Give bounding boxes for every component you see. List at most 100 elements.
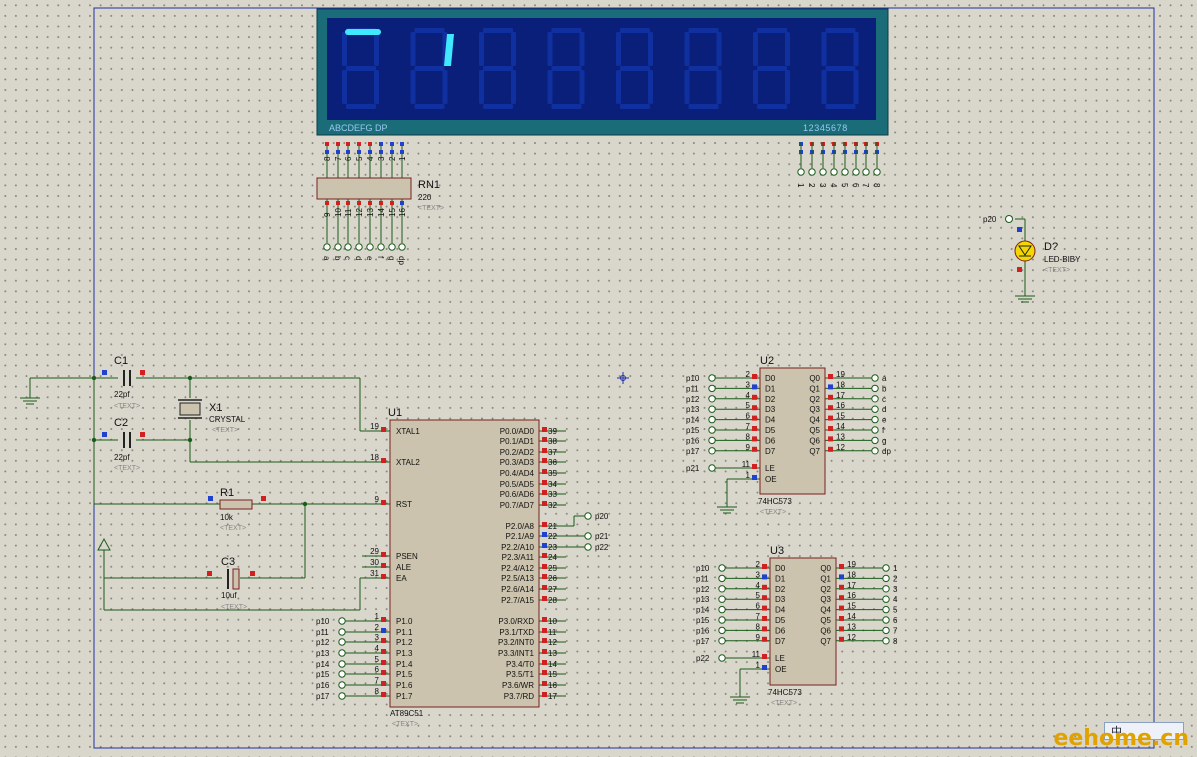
rn1-bottom-pin: 9: [323, 212, 332, 217]
u3-d-name: D2: [775, 585, 786, 594]
u1-net-terminal[interactable]: [338, 638, 346, 646]
c2-capacitor[interactable]: C2 22pf <TEXT>: [102, 417, 145, 472]
u2-q-terminal[interactable]: [871, 384, 879, 393]
net-terminal[interactable]: [873, 168, 881, 176]
u1-pin-number: 10: [548, 617, 557, 626]
u1-net-terminal[interactable]: [338, 670, 346, 678]
rn1-net-terminal[interactable]: [366, 243, 374, 251]
u2-q-terminal[interactable]: [871, 374, 879, 382]
u1-net-terminal[interactable]: [584, 512, 592, 520]
u1-net-terminal[interactable]: [584, 543, 592, 551]
x1-crystal[interactable]: X1 CRYSTAL <TEXT>: [178, 399, 246, 434]
u2-q-terminal[interactable]: [871, 395, 879, 403]
u3-d-terminal[interactable]: [718, 595, 726, 603]
u2-le-pin: 11: [742, 460, 751, 469]
net-terminal[interactable]: [852, 168, 860, 176]
u2-le-name: LE: [765, 464, 775, 473]
u1-net-terminal[interactable]: [338, 660, 346, 668]
rn1-net-terminal[interactable]: [355, 243, 363, 251]
u3-q-terminal[interactable]: [882, 616, 890, 624]
rn1-net-terminal[interactable]: [377, 243, 385, 251]
led-terminal-p20[interactable]: [1005, 215, 1013, 223]
u3-q-terminal[interactable]: [882, 585, 890, 593]
u2-q-name: Q3: [809, 405, 820, 414]
pin-stub: [752, 426, 757, 431]
net-terminal[interactable]: [819, 168, 827, 176]
u3-q-pin: 12: [847, 633, 856, 642]
u2-q-terminal[interactable]: [871, 436, 879, 445]
u1-net-terminal[interactable]: [338, 692, 346, 700]
rn1-top-pin: 5: [355, 156, 364, 161]
u3-d-terminal[interactable]: [718, 637, 726, 645]
u2-q-pin: 18: [836, 380, 845, 389]
u1-net-terminal[interactable]: [584, 532, 592, 540]
u3-q-terminal[interactable]: [882, 637, 890, 645]
rn1-net-terminal[interactable]: [344, 243, 352, 251]
u2-d-terminal[interactable]: [708, 384, 716, 393]
u2-d-terminal[interactable]: [708, 426, 716, 434]
u3-d-terminal[interactable]: [718, 616, 726, 624]
display-segment: [684, 32, 690, 66]
u3-le-terminal[interactable]: [718, 654, 726, 662]
u3-d-terminal[interactable]: [718, 574, 726, 583]
u2-q-terminal[interactable]: [871, 405, 879, 413]
r1-resistor[interactable]: R1 10k <TEXT>: [208, 487, 266, 532]
pin-stub: [542, 574, 547, 579]
u1-pin-number: 6: [375, 665, 380, 674]
net-terminal[interactable]: [808, 168, 816, 176]
u1-pin-number: 24: [548, 553, 557, 562]
u3-d-terminal[interactable]: [718, 626, 726, 635]
net-terminal[interactable]: [797, 168, 805, 176]
x1-text: <TEXT>: [212, 427, 238, 434]
x1-value: CRYSTAL: [209, 415, 246, 424]
c3-capacitor[interactable]: C3 10uf <TEXT>: [207, 556, 255, 611]
u2-d-name: D1: [765, 384, 776, 393]
u2-d-terminal[interactable]: [708, 405, 716, 413]
u3-d-terminal[interactable]: [718, 605, 726, 614]
rn1-net-terminal[interactable]: [398, 243, 406, 251]
u3-q-terminal[interactable]: [882, 574, 890, 583]
rn1-net-label: b: [333, 256, 342, 261]
u2-le-terminal[interactable]: [708, 464, 716, 472]
net-terminal[interactable]: [830, 168, 838, 176]
seven-segment-display[interactable]: ABCDEFG DP 12345678: [316, 8, 889, 136]
u2-d-terminal[interactable]: [708, 415, 716, 424]
u3-q-terminal[interactable]: [882, 626, 890, 635]
pin-stub: [368, 201, 372, 205]
u3-d-terminal[interactable]: [718, 564, 726, 572]
u2-d-terminal[interactable]: [708, 436, 716, 445]
u2-d-terminal[interactable]: [708, 395, 716, 403]
u2-q-name: Q1: [809, 384, 820, 393]
rn1-net-terminal[interactable]: [334, 243, 342, 251]
net-terminal[interactable]: [841, 168, 849, 176]
rn1-net-terminal[interactable]: [323, 243, 331, 251]
u2-d-pin: 4: [746, 391, 751, 400]
u1-net-terminal[interactable]: [338, 617, 346, 625]
u3-q-name: Q2: [820, 585, 831, 594]
u2-q-terminal[interactable]: [871, 426, 879, 434]
led-ground-symbol: [1015, 295, 1035, 303]
c1-capacitor[interactable]: C1 22pf <TEXT>: [102, 355, 145, 410]
schematic-sheet[interactable]: ABCDEFG DP 12345678 12345678 RN1 220 <TE…: [0, 0, 1197, 757]
u1-net-terminal[interactable]: [338, 681, 346, 689]
u1-net-terminal[interactable]: [338, 649, 346, 657]
u3-d-terminal[interactable]: [718, 585, 726, 593]
u3-q-terminal[interactable]: [882, 605, 890, 614]
led-d[interactable]: p20 D? LED-BIBY <TEXT>: [983, 215, 1081, 303]
rn1-net-terminal[interactable]: [388, 243, 396, 251]
display-segment: [547, 32, 553, 66]
pin-stub: [828, 374, 833, 379]
u3-q-terminal[interactable]: [882, 564, 890, 572]
c1-text: <TEXT>: [114, 403, 140, 410]
u2-d-terminal[interactable]: [708, 374, 716, 382]
u2-d-name: D2: [765, 395, 776, 404]
u1-net-label: p10: [316, 617, 330, 626]
pin-stub: [542, 427, 547, 432]
u1-net-terminal[interactable]: [338, 628, 346, 636]
u2-q-terminal[interactable]: [871, 447, 879, 455]
net-terminal[interactable]: [862, 168, 870, 176]
u2-d-terminal[interactable]: [708, 447, 716, 455]
u3-q-terminal[interactable]: [882, 595, 890, 603]
u1-pin-name: P0.1/AD1: [500, 437, 535, 446]
u2-q-terminal[interactable]: [871, 415, 879, 424]
